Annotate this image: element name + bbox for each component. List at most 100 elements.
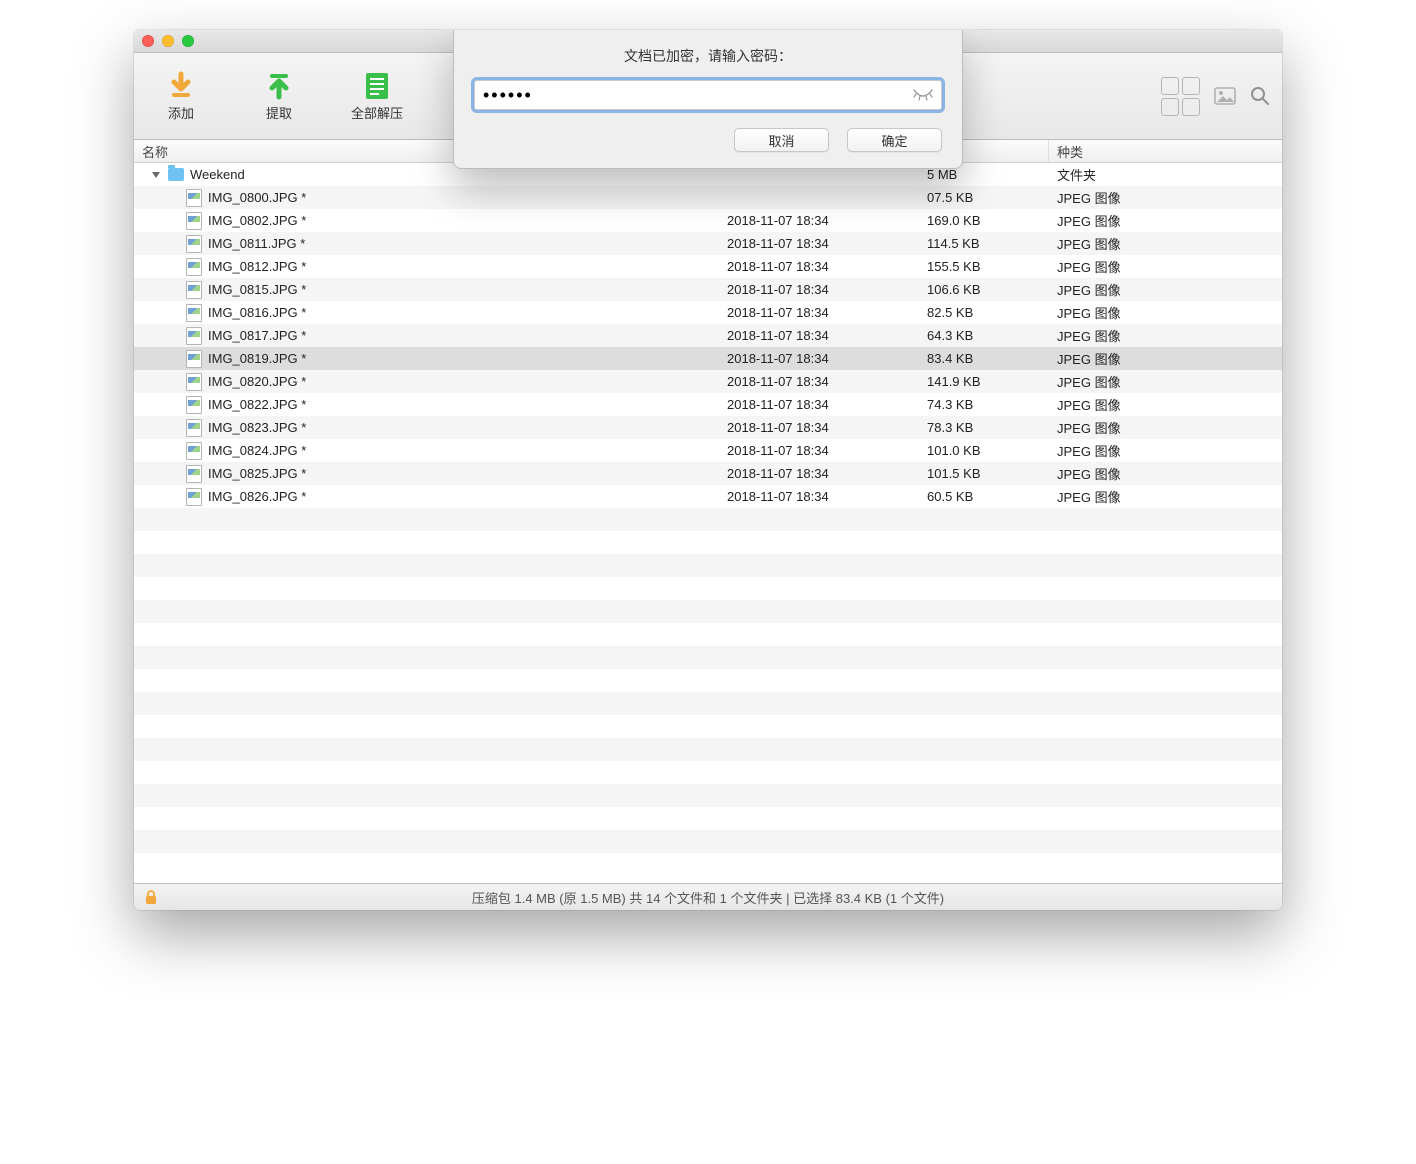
file-kind: JPEG 图像 bbox=[1049, 188, 1282, 207]
file-name: IMG_0817.JPG * bbox=[208, 328, 306, 343]
empty-row bbox=[134, 738, 1282, 761]
close-window-button[interactable] bbox=[142, 35, 154, 47]
file-date: 2018-11-07 18:34 bbox=[719, 259, 919, 274]
file-kind: JPEG 图像 bbox=[1049, 487, 1282, 506]
file-name: IMG_0819.JPG * bbox=[208, 351, 306, 366]
file-size: 64.3 KB bbox=[919, 328, 1049, 343]
file-name: IMG_0812.JPG * bbox=[208, 259, 306, 274]
file-kind: JPEG 图像 bbox=[1049, 418, 1282, 437]
file-date: 2018-11-07 18:34 bbox=[719, 328, 919, 343]
file-row[interactable]: IMG_0815.JPG *2018-11-07 18:34106.6 KBJP… bbox=[134, 278, 1282, 301]
empty-row bbox=[134, 692, 1282, 715]
file-name: IMG_0820.JPG * bbox=[208, 374, 306, 389]
jpeg-file-icon bbox=[186, 373, 202, 391]
file-row[interactable]: IMG_0816.JPG *2018-11-07 18:3482.5 KBJPE… bbox=[134, 301, 1282, 324]
file-name: IMG_0823.JPG * bbox=[208, 420, 306, 435]
jpeg-file-icon bbox=[186, 350, 202, 368]
jpeg-file-icon bbox=[186, 235, 202, 253]
file-size: 07.5 KB bbox=[919, 190, 1049, 205]
folder-size: 5 MB bbox=[919, 167, 1049, 182]
file-name: IMG_0800.JPG * bbox=[208, 190, 306, 205]
file-row[interactable]: IMG_0817.JPG *2018-11-07 18:3464.3 KBJPE… bbox=[134, 324, 1282, 347]
file-kind: JPEG 图像 bbox=[1049, 464, 1282, 483]
file-row[interactable]: IMG_0824.JPG *2018-11-07 18:34101.0 KBJP… bbox=[134, 439, 1282, 462]
file-kind: JPEG 图像 bbox=[1049, 395, 1282, 414]
file-name: IMG_0815.JPG * bbox=[208, 282, 306, 297]
file-date: 2018-11-07 18:34 bbox=[719, 466, 919, 481]
traffic-lights bbox=[142, 35, 194, 47]
add-label: 添加 bbox=[168, 103, 194, 122]
empty-row bbox=[134, 715, 1282, 738]
file-size: 114.5 KB bbox=[919, 236, 1049, 251]
file-date: 2018-11-07 18:34 bbox=[719, 305, 919, 320]
extract-all-button[interactable]: 全部解压 bbox=[342, 71, 412, 122]
file-kind: JPEG 图像 bbox=[1049, 257, 1282, 276]
empty-row bbox=[134, 669, 1282, 692]
jpeg-file-icon bbox=[186, 304, 202, 322]
empty-row bbox=[134, 577, 1282, 600]
file-kind: JPEG 图像 bbox=[1049, 234, 1282, 253]
file-size: 101.0 KB bbox=[919, 443, 1049, 458]
lock-icon bbox=[144, 889, 158, 905]
file-row[interactable]: IMG_0800.JPG * 07.5 KBJPEG 图像 bbox=[134, 186, 1282, 209]
jpeg-file-icon bbox=[186, 212, 202, 230]
file-row[interactable]: IMG_0819.JPG *2018-11-07 18:3483.4 KBJPE… bbox=[134, 347, 1282, 370]
file-date: 2018-11-07 18:34 bbox=[719, 213, 919, 228]
jpeg-file-icon bbox=[186, 189, 202, 207]
file-list[interactable]: Weekend5 MB文件夹IMG_0800.JPG *07.5 KBJPEG … bbox=[134, 163, 1282, 883]
file-kind: JPEG 图像 bbox=[1049, 303, 1282, 322]
file-kind: JPEG 图像 bbox=[1049, 280, 1282, 299]
minimize-window-button[interactable] bbox=[162, 35, 174, 47]
file-name: IMG_0822.JPG * bbox=[208, 397, 306, 412]
file-row[interactable]: IMG_0802.JPG *2018-11-07 18:34169.0 KBJP… bbox=[134, 209, 1282, 232]
file-size: 106.6 KB bbox=[919, 282, 1049, 297]
extract-label: 提取 bbox=[266, 103, 292, 122]
add-button[interactable]: 添加 bbox=[146, 71, 216, 122]
eye-closed-icon[interactable] bbox=[912, 88, 934, 102]
empty-row bbox=[134, 807, 1282, 830]
column-kind[interactable]: 种类 bbox=[1049, 140, 1282, 162]
empty-row bbox=[134, 830, 1282, 853]
file-name: IMG_0811.JPG * bbox=[208, 236, 305, 251]
file-date: 2018-11-07 18:34 bbox=[719, 397, 919, 412]
password-sheet: 文档已加密，请输入密码： 取消 确定 bbox=[453, 30, 963, 169]
file-date: 2018-11-07 18:34 bbox=[719, 374, 919, 389]
file-row[interactable]: IMG_0822.JPG *2018-11-07 18:3474.3 KBJPE… bbox=[134, 393, 1282, 416]
file-row[interactable]: IMG_0812.JPG * 2018-11-07 18:34155.5 KBJP… bbox=[134, 255, 1282, 278]
password-input[interactable] bbox=[474, 80, 942, 110]
file-kind: JPEG 图像 bbox=[1049, 211, 1282, 230]
search-icon[interactable] bbox=[1250, 86, 1270, 106]
file-row[interactable]: IMG_0823.JPG * 2018-11-07 18:3478.3 KBJPE… bbox=[134, 416, 1282, 439]
file-size: 78.3 KB bbox=[919, 420, 1049, 435]
download-arrow-icon bbox=[166, 71, 196, 101]
file-name: IMG_0824.JPG * bbox=[208, 443, 306, 458]
view-grid-button[interactable] bbox=[1161, 77, 1200, 116]
file-size: 155.5 KB bbox=[919, 259, 1049, 274]
file-row[interactable]: IMG_0811.JPG *2018-11-07 18:34114.5 KBJP… bbox=[134, 232, 1282, 255]
image-icon[interactable] bbox=[1214, 86, 1236, 106]
jpeg-file-icon bbox=[186, 419, 202, 437]
file-name: IMG_0826.JPG * bbox=[208, 489, 306, 504]
file-row[interactable]: IMG_0820.JPG *2018-11-07 18:34141.9 KBJP… bbox=[134, 370, 1282, 393]
ok-button[interactable]: 确定 bbox=[847, 128, 942, 152]
file-row[interactable]: IMG_0826.JPG *2018-11-07 18:3460.5 KBJPE… bbox=[134, 485, 1282, 508]
extract-button[interactable]: 提取 bbox=[244, 71, 314, 122]
empty-row bbox=[134, 554, 1282, 577]
jpeg-file-icon bbox=[186, 327, 202, 345]
file-row[interactable]: IMG_0825.JPG *2018-11-07 18:34101.5 KBJP… bbox=[134, 462, 1282, 485]
status-text: 压缩包 1.4 MB (原 1.5 MB) 共 14 个文件和 1 个文件夹 |… bbox=[472, 888, 944, 907]
zoom-window-button[interactable] bbox=[182, 35, 194, 47]
file-size: 83.4 KB bbox=[919, 351, 1049, 366]
folder-kind: 文件夹 bbox=[1049, 165, 1282, 184]
file-name: IMG_0802.JPG * bbox=[208, 213, 306, 228]
file-date: 2018-11-07 18:34 bbox=[719, 420, 919, 435]
status-bar: 压缩包 1.4 MB (原 1.5 MB) 共 14 个文件和 1 个文件夹 |… bbox=[134, 883, 1282, 910]
file-date: 2018-11-07 18:34 bbox=[719, 351, 919, 366]
jpeg-file-icon bbox=[186, 258, 202, 276]
file-name: IMG_0825.JPG * bbox=[208, 466, 306, 481]
app-window: 添加 提取 全部解压 bbox=[134, 30, 1282, 910]
file-kind: JPEG 图像 bbox=[1049, 372, 1282, 391]
disclosure-triangle-icon[interactable] bbox=[152, 172, 160, 178]
jpeg-file-icon bbox=[186, 396, 202, 414]
cancel-button[interactable]: 取消 bbox=[734, 128, 829, 152]
